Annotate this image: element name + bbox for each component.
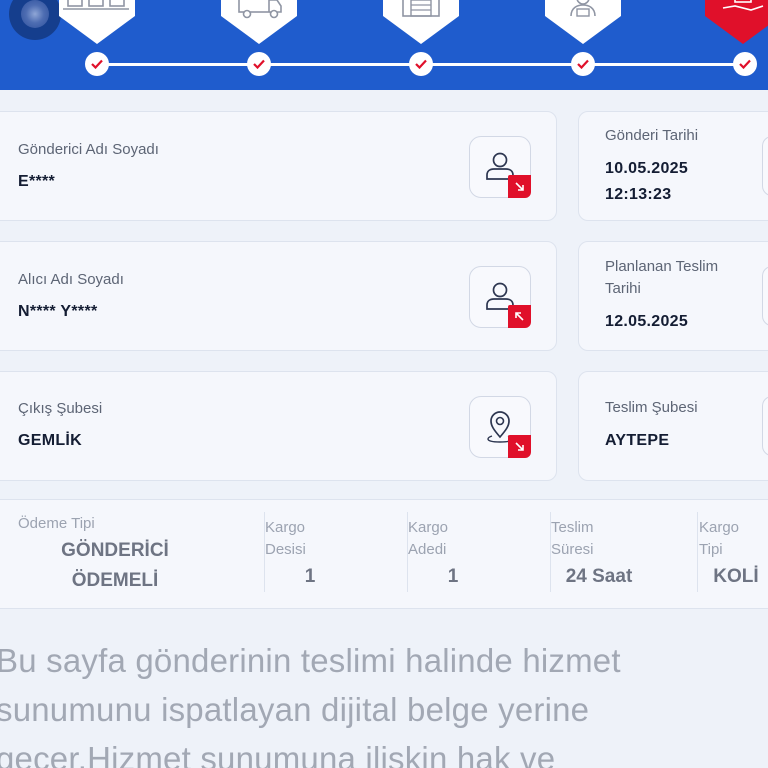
legal-notice-line: sunumunu ispatlayan dijital belge yerine bbox=[0, 691, 590, 728]
step-hand-package-icon bbox=[705, 0, 768, 44]
step-conveyor-icon bbox=[59, 0, 135, 44]
planned-delivery-card: Planlanan Teslim Tarihi 12.05.2025 bbox=[578, 241, 768, 351]
legal-notice: Bu sayfa gönderinin teslimi halinde hizm… bbox=[0, 636, 736, 768]
card-edge bbox=[762, 266, 768, 326]
payment-type-value-1: GÖNDERİCİ bbox=[61, 540, 169, 561]
cargo-desi-label-1: Kargo bbox=[265, 519, 306, 536]
cargo-type-label-1: Kargo bbox=[699, 519, 740, 536]
menu-dot-icon bbox=[21, 0, 49, 28]
step-5-check-icon bbox=[733, 52, 757, 76]
cargo-count-value: 1 bbox=[447, 566, 459, 587]
menu-button[interactable] bbox=[9, 0, 61, 40]
delivery-duration-value: 24 Saat bbox=[565, 566, 633, 587]
card-edge bbox=[762, 396, 768, 456]
delivery-duration-label-1: Teslim bbox=[551, 519, 594, 536]
planned-delivery-value: 12.05.2025 bbox=[605, 313, 689, 330]
payment-type-value-2: ÖDEMELİ bbox=[71, 570, 159, 591]
delivery-branch-label: Teslim Şubesi bbox=[605, 399, 698, 416]
origin-location-button[interactable] bbox=[469, 396, 531, 458]
step-3-check-icon bbox=[409, 52, 433, 76]
planned-delivery-label-1: Planlanan Teslim bbox=[605, 258, 719, 275]
send-date-card: Gönderi Tarihi 10.05.2025 12:13:23 bbox=[578, 111, 768, 221]
planned-delivery-label-2: Tarihi bbox=[605, 280, 641, 297]
arrow-up-left-icon bbox=[508, 305, 531, 328]
delivery-duration-label-2: Süresi bbox=[551, 541, 594, 558]
cargo-type-value: KOLİ bbox=[713, 566, 759, 587]
sender-value: E**** bbox=[18, 173, 56, 190]
cargo-type-label-2: Tipi bbox=[699, 541, 723, 558]
sender-profile-button[interactable] bbox=[469, 136, 531, 198]
receiver-card: Alıcı Adı Soyadı N**** Y**** bbox=[0, 241, 557, 351]
origin-branch-value: GEMLİK bbox=[18, 432, 83, 449]
delivery-branch-value: AYTEPE bbox=[605, 432, 670, 449]
receiver-value: N**** Y**** bbox=[18, 303, 98, 320]
arrow-down-right-icon bbox=[508, 435, 531, 458]
origin-branch-label: Çıkış Şubesi bbox=[18, 400, 103, 417]
cargo-count-label-1: Kargo bbox=[408, 519, 449, 536]
cargo-desi-label-2: Desisi bbox=[265, 541, 306, 558]
sender-label: Gönderici Adı Soyadı bbox=[18, 141, 159, 158]
cargo-desi-value: 1 bbox=[304, 566, 316, 587]
cargo-count-label-2: Adedi bbox=[408, 541, 447, 558]
step-warehouse-icon bbox=[383, 0, 459, 44]
legal-notice-line: Bu sayfa gönderinin teslimi halinde hizm… bbox=[0, 642, 621, 679]
receiver-profile-button[interactable] bbox=[469, 266, 531, 328]
payment-type-label: Ödeme Tipi bbox=[18, 515, 95, 532]
arrow-down-right-icon bbox=[508, 175, 531, 198]
step-4-check-icon bbox=[571, 52, 595, 76]
sender-card: Gönderici Adı Soyadı E**** bbox=[0, 111, 557, 221]
step-1-check-icon bbox=[85, 52, 109, 76]
step-truck-icon bbox=[221, 0, 297, 44]
card-edge bbox=[762, 136, 768, 196]
send-date-label: Gönderi Tarihi bbox=[605, 127, 699, 144]
receiver-label: Alıcı Adı Soyadı bbox=[18, 271, 124, 288]
step-2-check-icon bbox=[247, 52, 271, 76]
tracking-header bbox=[0, 0, 768, 90]
legal-notice-line: geçer.Hizmet sunumuna ilişkin hak ve bbox=[0, 740, 556, 768]
summary-divider bbox=[697, 512, 698, 592]
send-time-value: 12:13:23 bbox=[605, 186, 672, 203]
delivery-branch-card: Teslim Şubesi AYTEPE bbox=[578, 371, 768, 481]
send-date-value: 10.05.2025 bbox=[605, 160, 689, 177]
step-courier-icon bbox=[545, 0, 621, 44]
origin-branch-card: Çıkış Şubesi GEMLİK bbox=[0, 371, 557, 481]
